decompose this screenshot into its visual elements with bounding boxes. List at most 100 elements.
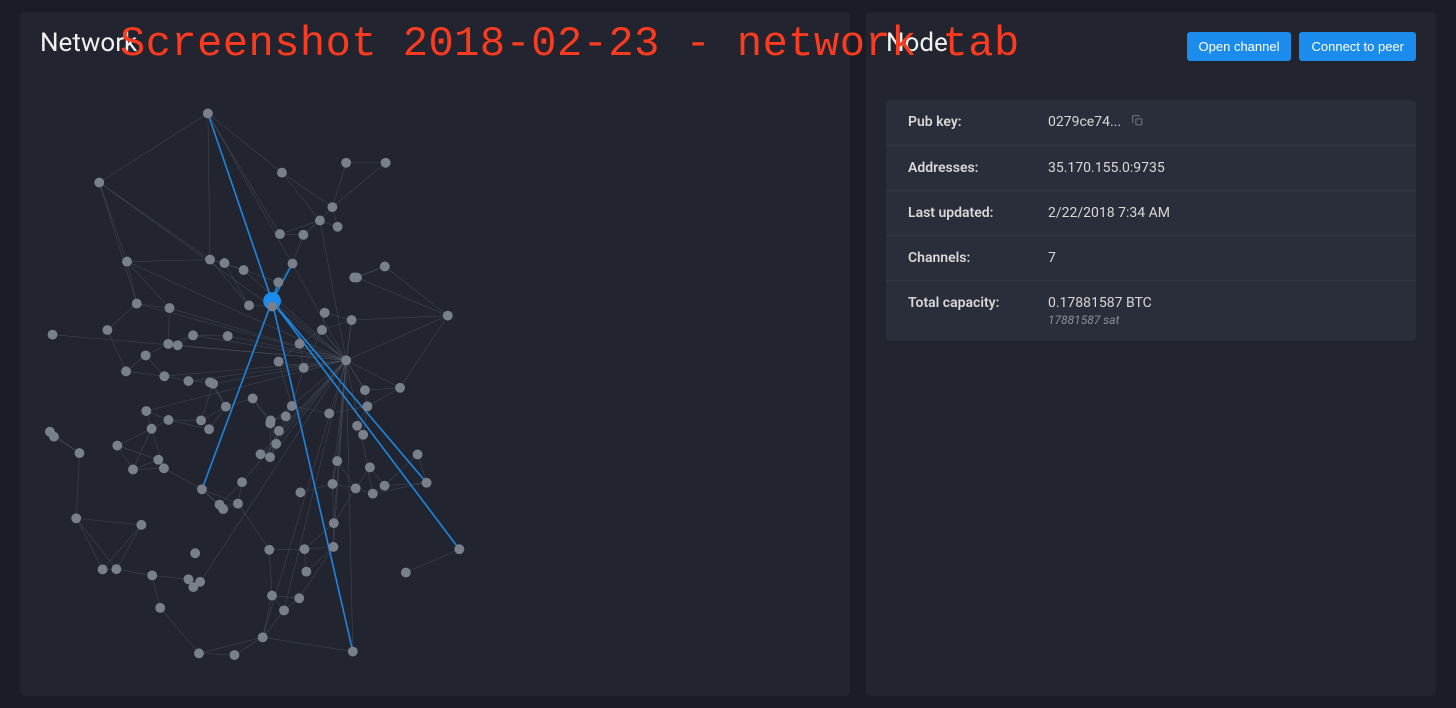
graph-node[interactable] <box>165 303 175 313</box>
graph-node[interactable] <box>264 545 274 555</box>
graph-node[interactable] <box>221 402 231 412</box>
graph-node[interactable] <box>122 257 132 267</box>
graph-node[interactable] <box>271 439 281 449</box>
graph-node[interactable] <box>71 513 81 523</box>
graph-node[interactable] <box>328 479 338 489</box>
graph-node[interactable] <box>332 456 342 466</box>
graph-node[interactable] <box>320 308 330 318</box>
graph-node[interactable] <box>381 158 391 168</box>
graph-node[interactable] <box>401 568 411 578</box>
graph-node[interactable] <box>299 363 309 373</box>
graph-node[interactable] <box>233 499 243 509</box>
graph-node[interactable] <box>155 603 165 613</box>
graph-node[interactable] <box>159 371 169 381</box>
graph-node[interactable] <box>48 330 58 340</box>
graph-node[interactable] <box>265 418 275 428</box>
graph-node[interactable] <box>163 339 173 349</box>
graph-node[interactable] <box>164 415 174 425</box>
graph-node[interactable] <box>248 393 258 403</box>
graph-node[interactable] <box>244 300 254 310</box>
open-channel-button[interactable]: Open channel <box>1187 32 1292 61</box>
graph-node[interactable] <box>188 330 198 340</box>
graph-node[interactable] <box>94 178 104 188</box>
graph-node[interactable] <box>98 564 108 574</box>
connect-to-peer-button[interactable]: Connect to peer <box>1299 32 1416 61</box>
network-graph[interactable] <box>40 70 830 690</box>
graph-node[interactable] <box>223 331 233 341</box>
graph-node[interactable] <box>275 229 285 239</box>
graph-node[interactable] <box>230 650 240 660</box>
graph-node[interactable] <box>203 108 213 118</box>
graph-node[interactable] <box>358 430 368 440</box>
graph-node[interactable] <box>348 647 358 657</box>
graph-node[interactable] <box>220 258 230 268</box>
graph-node[interactable] <box>317 325 327 335</box>
graph-node[interactable] <box>194 648 204 658</box>
copy-icon[interactable] <box>1131 114 1144 131</box>
graph-node[interactable] <box>141 350 151 360</box>
graph-node[interactable] <box>159 463 169 473</box>
graph-node[interactable] <box>300 544 310 554</box>
graph-node[interactable] <box>218 504 228 514</box>
graph-node[interactable] <box>295 339 305 349</box>
graph-node[interactable] <box>360 385 370 395</box>
graph-node[interactable] <box>333 222 343 232</box>
graph-node[interactable] <box>204 424 214 434</box>
graph-node[interactable] <box>274 426 284 436</box>
graph-node[interactable] <box>341 158 351 168</box>
graph-node[interactable] <box>347 315 357 325</box>
graph-node[interactable] <box>328 542 338 552</box>
graph-node[interactable] <box>301 567 311 577</box>
graph-node[interactable] <box>75 448 85 458</box>
graph-node[interactable] <box>49 432 59 442</box>
graph-node[interactable] <box>443 311 453 321</box>
graph-node[interactable] <box>237 477 247 487</box>
graph-node[interactable] <box>327 202 337 212</box>
graph-node[interactable] <box>380 262 390 272</box>
graph-node[interactable] <box>239 265 249 275</box>
graph-node[interactable] <box>121 366 131 376</box>
graph-node[interactable] <box>287 401 297 411</box>
graph-node[interactable] <box>112 441 122 451</box>
graph-node[interactable] <box>288 259 298 269</box>
graph-node[interactable] <box>147 424 157 434</box>
graph-node[interactable] <box>141 406 151 416</box>
graph-node[interactable] <box>102 325 112 335</box>
graph-node[interactable] <box>273 277 283 287</box>
graph-node[interactable] <box>279 605 289 615</box>
graph-node[interactable] <box>147 570 157 580</box>
graph-node[interactable] <box>277 168 287 178</box>
graph-node[interactable] <box>281 411 291 421</box>
graph-node[interactable] <box>295 487 305 497</box>
graph-node[interactable] <box>208 379 218 389</box>
graph-node[interactable] <box>395 383 405 393</box>
graph-node[interactable] <box>422 478 432 488</box>
graph-node[interactable] <box>256 449 266 459</box>
graph-node[interactable] <box>341 355 351 365</box>
graph-node[interactable] <box>324 409 334 419</box>
graph-node[interactable] <box>183 376 193 386</box>
graph-node[interactable] <box>413 450 423 460</box>
graph-node[interactable] <box>136 520 146 530</box>
graph-node[interactable] <box>132 299 142 309</box>
graph-node[interactable] <box>111 564 121 574</box>
graph-node[interactable] <box>362 401 372 411</box>
graph-node[interactable] <box>128 465 138 475</box>
graph-node[interactable] <box>294 593 304 603</box>
graph-node[interactable] <box>352 421 362 431</box>
graph-node[interactable] <box>196 415 206 425</box>
graph-node[interactable] <box>274 357 284 367</box>
graph-node[interactable] <box>188 582 198 592</box>
graph-node[interactable] <box>153 455 163 465</box>
graph-node[interactable] <box>380 481 390 491</box>
graph-node[interactable] <box>368 489 378 499</box>
graph-node[interactable] <box>267 591 277 601</box>
graph-node[interactable] <box>351 483 361 493</box>
graph-node[interactable] <box>265 452 275 462</box>
graph-node[interactable] <box>365 462 375 472</box>
graph-node[interactable] <box>298 230 308 240</box>
graph-node[interactable] <box>315 216 325 226</box>
graph-node[interactable] <box>197 484 207 494</box>
graph-node[interactable] <box>454 544 464 554</box>
graph-node[interactable] <box>190 548 200 558</box>
